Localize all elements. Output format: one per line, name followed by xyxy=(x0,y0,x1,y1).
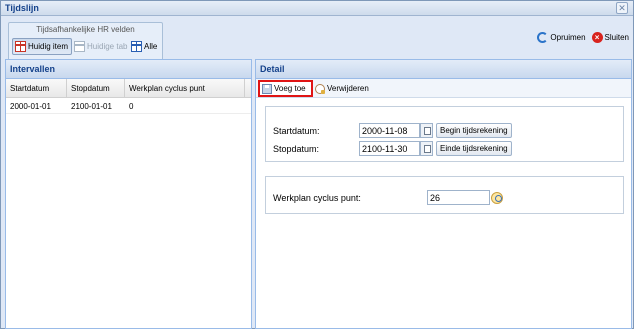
calendar-icon[interactable] xyxy=(420,141,433,156)
table-icon xyxy=(15,41,26,52)
delete-label: Verwijderen xyxy=(327,84,369,93)
detail-toolbar: Voeg toe Verwijderen xyxy=(256,79,631,98)
delete-button[interactable]: Verwijderen xyxy=(315,81,369,96)
detail-title: Detail xyxy=(256,60,631,79)
begin-time-button[interactable]: Begin tijdsrekening xyxy=(436,123,512,138)
close-button[interactable]: × Sluiten xyxy=(591,32,629,43)
cycle-point-label: Werkplan cyclus punt: xyxy=(273,193,361,203)
lookup-icon[interactable] xyxy=(491,192,503,204)
add-button[interactable]: Voeg toe xyxy=(258,80,313,97)
cycle-point-field[interactable]: 26 xyxy=(427,190,490,205)
current-tab-button[interactable]: Huidige tab xyxy=(71,38,131,55)
intervals-grid-header: Startdatum Stopdatum Werkplan cyclus pun… xyxy=(6,79,251,98)
all-button[interactable]: Alle xyxy=(128,38,161,55)
column-header[interactable]: Stopdatum xyxy=(67,79,125,97)
add-label: Voeg toe xyxy=(274,84,306,93)
current-item-button[interactable]: Huidig item xyxy=(12,38,73,55)
save-icon xyxy=(262,83,272,94)
column-header[interactable]: Startdatum xyxy=(6,79,67,97)
calendar-icon[interactable] xyxy=(420,123,433,138)
detail-panel: Detail Voeg toe Verwijderen Startdatum: … xyxy=(255,59,632,329)
window-title: Tijdslijn xyxy=(5,3,39,13)
table-icon xyxy=(131,41,142,52)
window-actions: Opruimen × Sluiten xyxy=(537,32,629,43)
timeline-window: Tijdslijn ✕ Tijdsafhankelijke HR velden … xyxy=(0,0,634,329)
end-time-button[interactable]: Einde tijdsrekening xyxy=(436,141,512,156)
stop-date-field[interactable]: 2100-11-30 xyxy=(359,141,420,156)
close-icon[interactable]: ✕ xyxy=(616,2,628,14)
cleanup-label: Opruimen xyxy=(550,33,586,42)
window-titlebar[interactable]: Tijdslijn ✕ xyxy=(1,1,633,16)
stop-icon: × xyxy=(591,32,603,43)
stop-date-label: Stopdatum: xyxy=(273,144,320,154)
date-fieldset: Startdatum: 2000-11-08 Begin tijdsrekeni… xyxy=(265,106,624,162)
table-icon xyxy=(74,41,85,52)
all-label: Alle xyxy=(144,42,158,51)
refresh-icon xyxy=(537,32,549,43)
cell-cycle-point: 0 xyxy=(129,102,134,111)
cell-startdatum: 2000-01-01 xyxy=(10,102,51,111)
toolbar: Tijdsafhankelijke HR velden Huidig item … xyxy=(1,16,633,69)
cell-stopdatum: 2100-01-01 xyxy=(71,102,112,111)
table-row[interactable]: 2000-01-01 2100-01-01 0 xyxy=(6,98,251,114)
close-label: Sluiten xyxy=(604,33,629,42)
intervals-panel: Intervallen Startdatum Stopdatum Werkpla… xyxy=(5,59,252,329)
intervals-title: Intervallen xyxy=(6,60,251,79)
start-date-field[interactable]: 2000-11-08 xyxy=(359,123,420,138)
column-header[interactable]: Werkplan cyclus punt xyxy=(125,79,245,97)
delete-icon xyxy=(315,83,325,94)
hr-group-title: Tijdsafhankelijke HR velden xyxy=(36,25,135,34)
cleanup-button[interactable]: Opruimen xyxy=(537,32,586,43)
start-date-label: Startdatum: xyxy=(273,126,320,136)
current-item-label: Huidig item xyxy=(28,42,69,51)
cycle-fieldset: Werkplan cyclus punt: 26 xyxy=(265,176,624,214)
current-tab-label: Huidige tab xyxy=(87,42,128,51)
